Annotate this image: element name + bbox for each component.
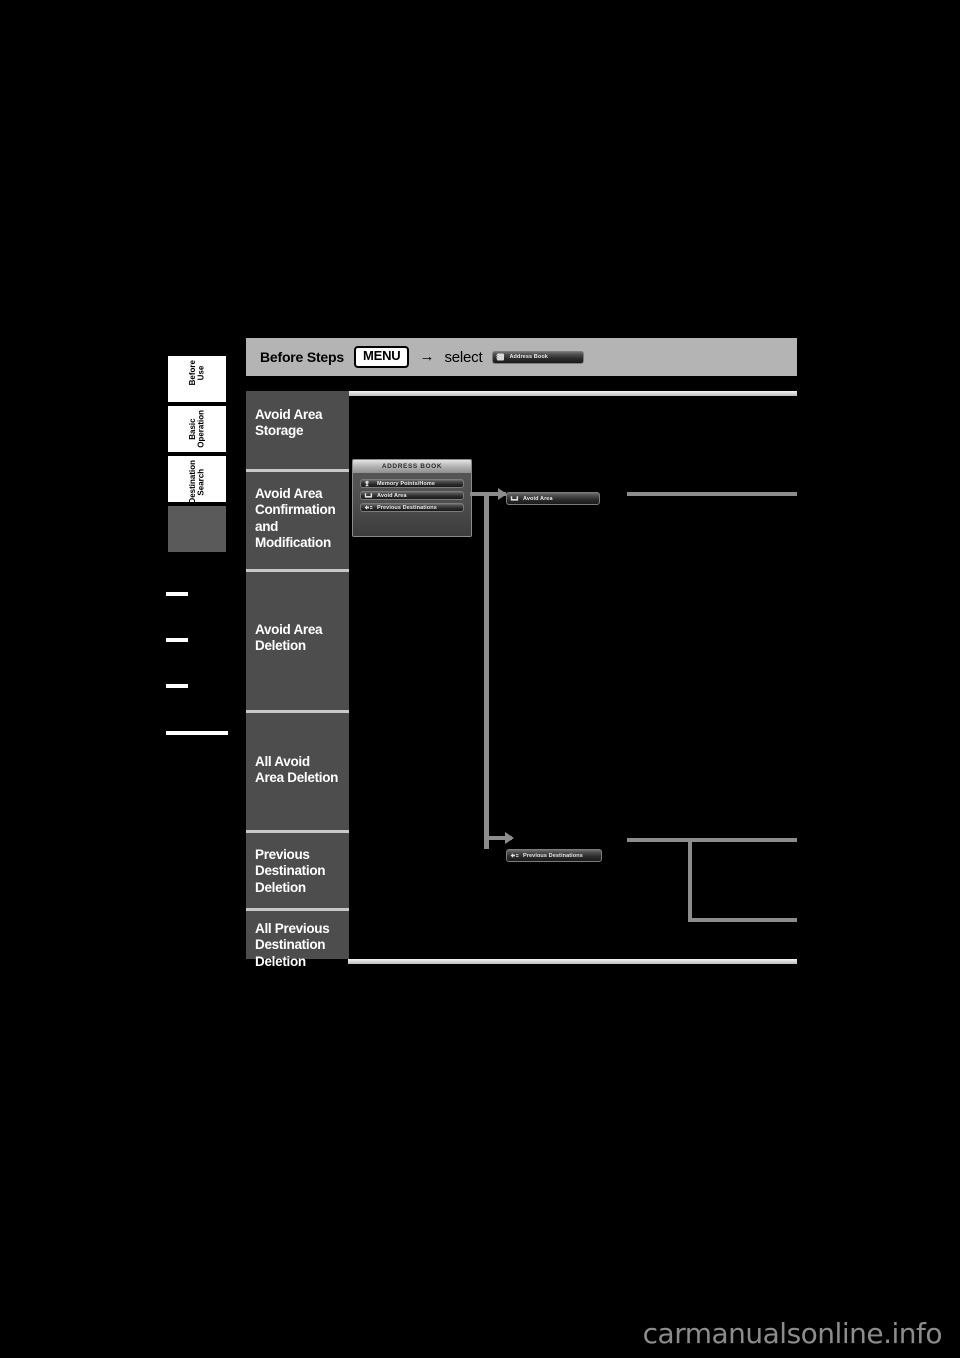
right-arrow-icon: →: [419, 347, 435, 365]
before-steps-label: Before Steps: [260, 349, 344, 365]
previous-destination-icon: [364, 504, 373, 511]
content-bottom-rule: [348, 959, 797, 964]
margin-rule: [166, 592, 188, 596]
screen-menu-list: Memory Points/Home Avoid Area Previous D…: [353, 473, 471, 512]
screen-titlebar: ADDRESS BOOK: [353, 460, 471, 473]
arrowhead-icon: [505, 832, 514, 844]
section-avoid-area-confirmation-and-modification[interactable]: Avoid Area Confirmation and Modification: [246, 469, 349, 569]
address-book-icon: [496, 353, 505, 361]
section-avoid-area-deletion[interactable]: Avoid Area Deletion: [246, 569, 349, 710]
index-tab-destination-search[interactable]: Destination Search: [168, 456, 226, 504]
screen-menu-item-label: Memory Points/Home: [377, 480, 436, 487]
index-tab-label: Destination Search: [188, 460, 205, 504]
callout-label: Avoid Area: [523, 495, 553, 502]
margin-rule: [166, 731, 228, 735]
section-title: Avoid Area Deletion: [255, 622, 323, 654]
index-tab-label: Address Book: [188, 510, 205, 543]
section-avoid-area-storage[interactable]: Avoid Area Storage: [246, 391, 349, 469]
site-watermark: carmanualsonline.info: [642, 1317, 943, 1350]
margin-rule: [166, 638, 188, 642]
manual-page: Before Use Basic Operation Destination S…: [0, 0, 960, 1358]
screen-menu-item-memory-points-home[interactable]: Memory Points/Home: [360, 479, 464, 488]
branch-bracket-vertical: [688, 838, 692, 918]
section-title: All Previous Destination Deletion: [255, 921, 330, 969]
before-steps-bar: Before Steps MENU → select Address Book: [246, 338, 797, 376]
index-tab-basic-operation[interactable]: Basic Operation: [168, 406, 226, 454]
index-tab-before-use[interactable]: Before Use: [168, 356, 226, 404]
screen-title: ADDRESS BOOK: [381, 463, 443, 470]
callout-label: Previous Destinations: [523, 852, 583, 859]
index-tab-address-book[interactable]: Address Book: [168, 506, 226, 554]
avoid-area-icon: [510, 495, 519, 503]
branch-rule-lower: [627, 838, 797, 842]
screen-menu-item-previous-destinations[interactable]: Previous Destinations: [360, 503, 464, 512]
index-tab-label: Before Use: [188, 360, 205, 386]
margin-rule: [166, 684, 188, 688]
select-label: select: [444, 348, 483, 366]
avoid-area-icon: [364, 492, 373, 499]
memory-point-icon: [364, 480, 373, 487]
section-previous-destination-deletion[interactable]: Previous Destination Deletion: [246, 830, 349, 908]
connector-trunk: [484, 492, 489, 849]
section-all-avoid-area-deletion[interactable]: All Avoid Area Deletion: [246, 710, 349, 830]
menu-key-button[interactable]: MENU: [353, 346, 410, 368]
section-title: Previous Destination Deletion: [255, 847, 326, 895]
callout-avoid-area-button[interactable]: Avoid Area: [506, 492, 600, 505]
content-top-rule: [348, 391, 797, 396]
branch-rule-bottom: [688, 918, 797, 922]
address-book-button[interactable]: Address Book: [492, 350, 585, 364]
section-all-previous-destination-deletion[interactable]: All Previous Destination Deletion: [246, 908, 349, 969]
address-book-screen-mockup: ADDRESS BOOK Memory Points/Home Avoid Ar…: [352, 459, 472, 537]
address-book-button-label: Address Book: [509, 354, 548, 360]
section-title: All Avoid Area Deletion: [255, 754, 339, 786]
screen-menu-item-avoid-area[interactable]: Avoid Area: [360, 491, 464, 500]
section-title: Avoid Area Confirmation and Modification: [255, 486, 336, 551]
callout-previous-destinations-button[interactable]: Previous Destinations: [506, 849, 602, 862]
previous-destination-icon: [510, 852, 519, 860]
screen-menu-item-label: Avoid Area: [377, 492, 407, 499]
section-title: Avoid Area Storage: [255, 407, 323, 439]
screen-menu-item-label: Previous Destinations: [377, 504, 437, 511]
index-tab-label: Basic Operation: [188, 410, 205, 448]
branch-rule-top: [627, 492, 797, 496]
